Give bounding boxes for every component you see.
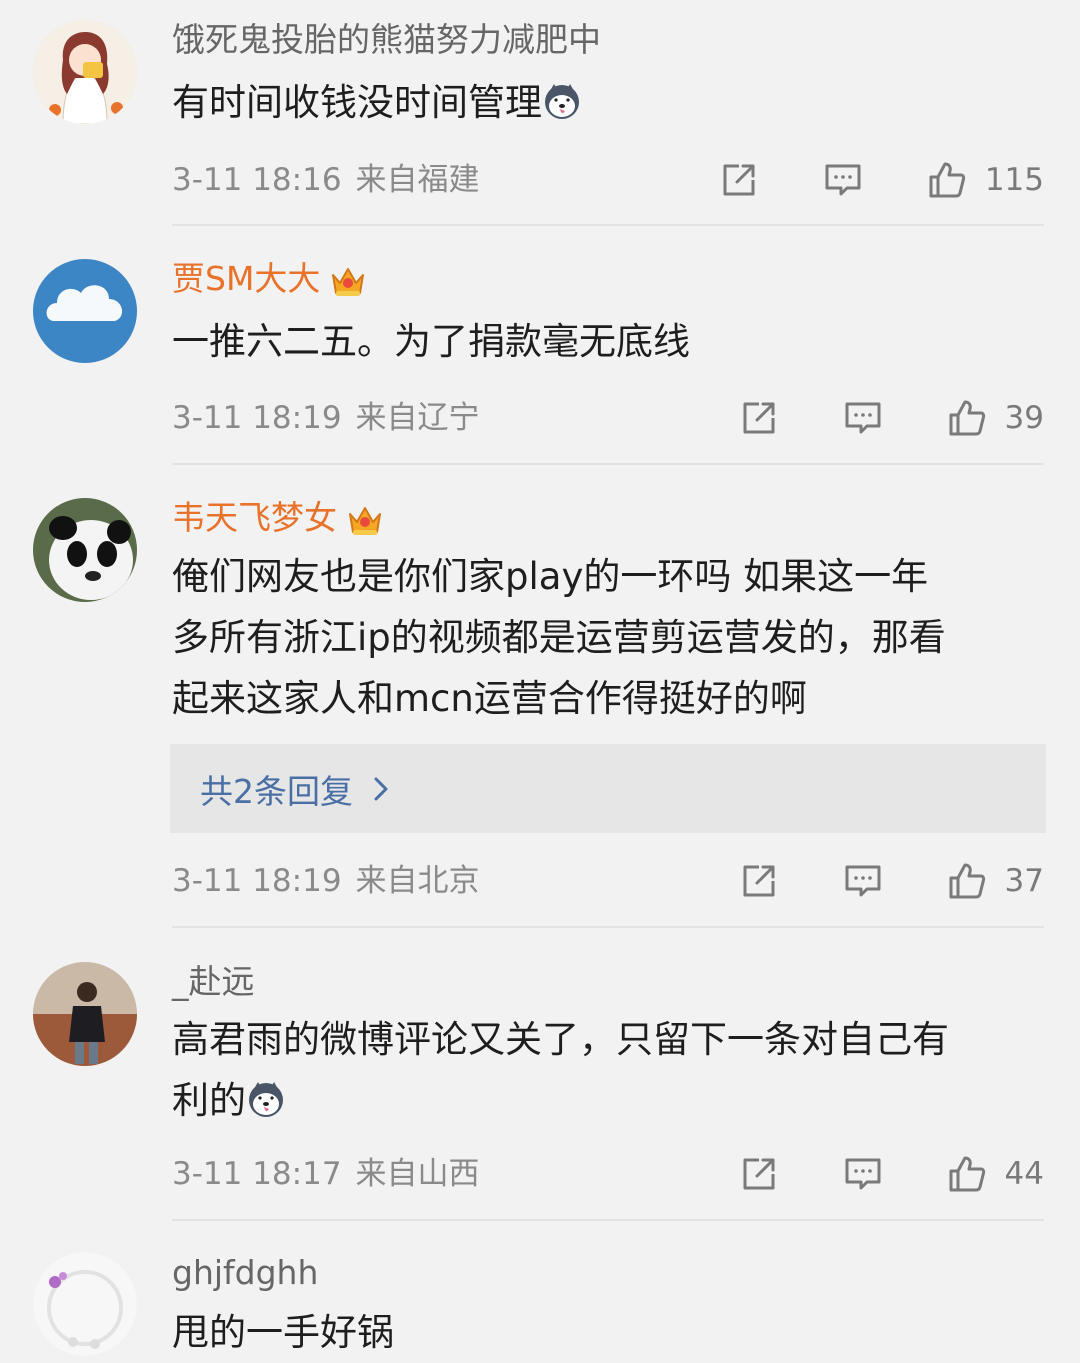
like-button[interactable]: 37 xyxy=(947,861,1044,901)
like-icon xyxy=(947,861,987,901)
like-icon xyxy=(927,160,967,200)
like-count: 39 xyxy=(1004,400,1044,436)
action-bar: 115 xyxy=(719,158,1044,202)
action-bar: 44 xyxy=(739,1152,1044,1196)
panda-avatar-icon xyxy=(33,498,137,602)
girl-eating-avatar-icon xyxy=(33,20,137,124)
location: 来自北京 xyxy=(355,863,480,899)
flower-ring-avatar-icon xyxy=(33,1252,137,1356)
comment-text: 高君雨的微博评论又关了，只留下一条对自己有 利的 xyxy=(172,1018,949,1122)
like-button[interactable]: 115 xyxy=(927,160,1044,200)
reply-button[interactable] xyxy=(843,1154,883,1194)
comment-text: 一推六二五。为了捐款毫无底线 xyxy=(172,320,690,363)
share-icon xyxy=(739,1154,779,1194)
timestamp: 3-11 18:19 xyxy=(172,400,342,436)
comment-meta: 3-11 18:17 来自山西 xyxy=(172,1154,480,1194)
husky-emoji-icon xyxy=(246,1079,286,1119)
husky-emoji-icon xyxy=(542,81,582,121)
comment-text: 甩的一手好锅 xyxy=(172,1311,394,1354)
comment-text: 有时间收钱没时间管理 xyxy=(172,72,1042,133)
username[interactable]: 贾SM大大 xyxy=(172,259,368,301)
share-icon xyxy=(739,398,779,438)
action-bar: 37 xyxy=(739,859,1044,903)
location: 来自辽宁 xyxy=(355,400,480,436)
share-button[interactable] xyxy=(739,398,779,438)
like-count: 44 xyxy=(1004,1156,1044,1192)
avatar[interactable] xyxy=(33,259,137,363)
reply-button[interactable] xyxy=(843,861,883,901)
comment-icon xyxy=(843,1154,883,1194)
like-button[interactable]: 39 xyxy=(947,398,1044,438)
avatar[interactable] xyxy=(33,498,137,602)
reply-button[interactable] xyxy=(843,398,883,438)
share-icon xyxy=(739,861,779,901)
traveler-avatar-icon xyxy=(33,962,137,1066)
action-bar: 39 xyxy=(739,396,1044,440)
comment-meta: 3-11 18:19 来自辽宁 xyxy=(172,398,480,438)
comment-text: 俺们网友也是你们家play的一环吗 如果这一年 多所有浙江ip的视频都是运营剪运… xyxy=(172,555,946,720)
username[interactable]: 韦天飞梦女 xyxy=(172,498,385,540)
crown-icon xyxy=(345,500,385,540)
chevron-right-icon xyxy=(374,777,388,800)
share-icon xyxy=(719,160,759,200)
comment-icon xyxy=(823,160,863,200)
share-button[interactable] xyxy=(719,160,759,200)
timestamp: 3-11 18:19 xyxy=(172,863,342,899)
like-count: 37 xyxy=(1004,863,1044,899)
like-icon xyxy=(947,398,987,438)
location: 来自福建 xyxy=(355,162,480,198)
like-count: 115 xyxy=(984,162,1044,198)
like-button[interactable]: 44 xyxy=(947,1154,1044,1194)
timestamp: 3-11 18:17 xyxy=(172,1156,342,1192)
share-button[interactable] xyxy=(739,861,779,901)
username[interactable]: ghjfdghh xyxy=(172,1253,318,1293)
divider xyxy=(172,463,1044,465)
share-button[interactable] xyxy=(739,1154,779,1194)
comment-icon xyxy=(843,861,883,901)
location: 来自山西 xyxy=(355,1156,480,1192)
cloud-avatar-icon xyxy=(33,259,137,363)
reply-count-link: 共2条回复 xyxy=(200,771,353,811)
avatar[interactable] xyxy=(33,1252,137,1356)
avatar[interactable] xyxy=(33,20,137,124)
divider xyxy=(172,1219,1044,1221)
reply-button[interactable] xyxy=(823,160,863,200)
comment-icon xyxy=(843,398,883,438)
username[interactable]: _赴远 xyxy=(172,962,255,1002)
view-replies-button[interactable]: 共2条回复 xyxy=(170,744,1046,833)
comment-meta: 3-11 18:19 来自北京 xyxy=(172,861,480,901)
timestamp: 3-11 18:16 xyxy=(172,162,342,198)
divider xyxy=(172,926,1044,928)
divider xyxy=(172,224,1044,226)
comment-meta: 3-11 18:16 来自福建 xyxy=(172,160,480,200)
like-icon xyxy=(947,1154,987,1194)
crown-icon xyxy=(328,261,368,301)
avatar[interactable] xyxy=(33,962,137,1066)
username[interactable]: 饿死鬼投胎的熊猫努力减肥中 xyxy=(172,20,601,60)
